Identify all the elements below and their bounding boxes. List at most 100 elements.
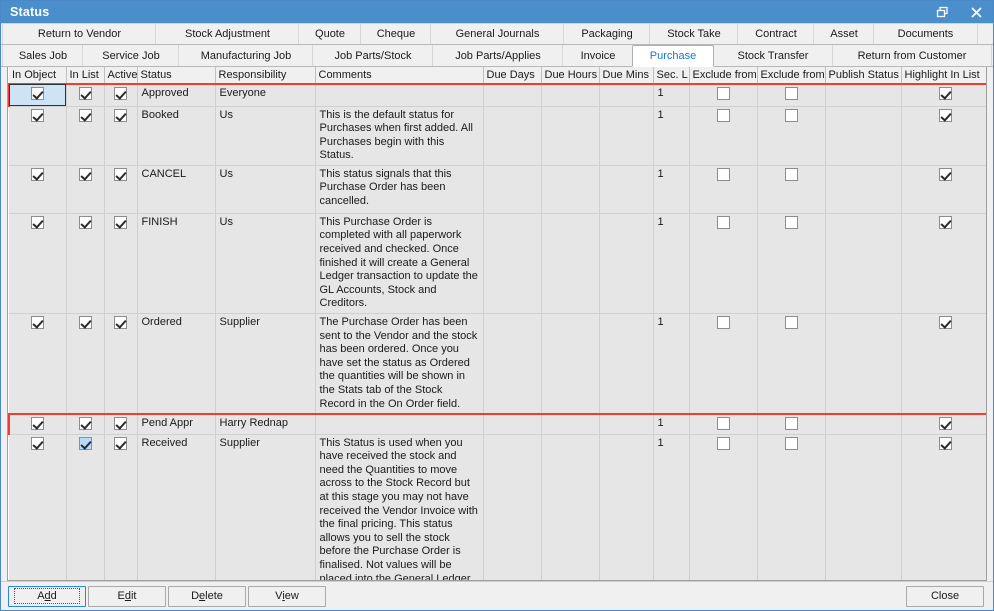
cell-in-object[interactable] [9,106,66,165]
cell-due-days[interactable] [483,106,541,165]
cell-highlight-in-list[interactable] [901,165,987,213]
cell-responsibility[interactable]: Us [215,213,315,313]
checkbox-exclude-from-2[interactable] [785,437,798,450]
column-header-due-hours[interactable]: Due Hours [541,67,599,84]
cell-due-days[interactable] [483,213,541,313]
checkbox-in-object[interactable] [31,87,44,100]
cell-status[interactable]: Booked [137,106,215,165]
tab-stock-take[interactable]: Stock Take [649,24,739,44]
checkbox-exclude-from-1[interactable] [717,168,730,181]
checkbox-highlight-in-list[interactable] [939,417,952,430]
cell-publish-status[interactable] [825,84,901,106]
tab-packaging[interactable]: Packaging [563,24,651,44]
cell-sec-l[interactable]: 1 [653,165,689,213]
cell-exclude-from-2[interactable] [757,434,825,581]
checkbox-in-list[interactable] [79,109,92,122]
cell-due-mins[interactable] [599,213,653,313]
checkbox-exclude-from-1[interactable] [717,109,730,122]
cell-responsibility[interactable]: Everyone [215,84,315,106]
cell-highlight-in-list[interactable] [901,434,987,581]
cell-due-mins[interactable] [599,414,653,434]
cell-status[interactable]: Approved [137,84,215,106]
checkbox-in-object[interactable] [31,417,44,430]
tab-cheque[interactable]: Cheque [360,24,432,44]
cell-comments[interactable] [315,414,483,434]
cell-publish-status[interactable] [825,165,901,213]
cell-exclude-from-2[interactable] [757,213,825,313]
cell-due-mins[interactable] [599,106,653,165]
cell-sec-l[interactable]: 1 [653,434,689,581]
cell-publish-status[interactable] [825,414,901,434]
column-header-publish-status[interactable]: Publish Status [825,67,901,84]
cell-active[interactable] [104,414,137,434]
column-header-highlight-in-list[interactable]: Highlight In List [901,67,987,84]
cell-due-mins[interactable] [599,84,653,106]
checkbox-exclude-from-1[interactable] [717,316,730,329]
checkbox-in-object[interactable] [31,316,44,329]
checkbox-highlight-in-list[interactable] [939,109,952,122]
column-header-exclude-from-2[interactable]: Exclude from [757,67,825,84]
cell-exclude-from-1[interactable] [689,106,757,165]
cell-in-list[interactable] [66,106,104,165]
cell-in-list[interactable] [66,434,104,581]
add-button[interactable]: Add [8,586,86,607]
checkbox-exclude-from-2[interactable] [785,316,798,329]
tab-invoice[interactable]: Invoice [562,45,634,66]
checkbox-exclude-from-1[interactable] [717,216,730,229]
cell-exclude-from-2[interactable] [757,165,825,213]
cell-responsibility[interactable]: Supplier [215,314,315,415]
cell-in-list[interactable] [66,165,104,213]
tab-purchase[interactable]: Purchase [632,45,714,67]
tab-return-from-customer[interactable]: Return from Customer [832,45,992,66]
checkbox-in-list[interactable] [79,168,92,181]
checkbox-exclude-from-1[interactable] [717,417,730,430]
cell-due-hours[interactable] [541,414,599,434]
cell-sec-l[interactable]: 1 [653,414,689,434]
cell-due-hours[interactable] [541,314,599,415]
cell-publish-status[interactable] [825,314,901,415]
cell-exclude-from-1[interactable] [689,84,757,106]
column-header-sec-l[interactable]: Sec. L [653,67,689,84]
table-row[interactable]: FINISHUsThis Purchase Order is completed… [9,213,987,313]
cell-due-hours[interactable] [541,213,599,313]
checkbox-in-object[interactable] [31,168,44,181]
cell-due-days[interactable] [483,434,541,581]
tab-job-parts-stock[interactable]: Job Parts/Stock [312,45,434,66]
checkbox-active[interactable] [114,168,127,181]
checkbox-active[interactable] [114,216,127,229]
tab-job-parts-applies[interactable]: Job Parts/Applies [432,45,564,66]
cell-publish-status[interactable] [825,434,901,581]
cell-highlight-in-list[interactable] [901,414,987,434]
tab-documents[interactable]: Documents [873,24,978,44]
cell-due-hours[interactable] [541,84,599,106]
cell-comments[interactable]: This status signals that this Purchase O… [315,165,483,213]
column-header-exclude-from-1[interactable]: Exclude from [689,67,757,84]
checkbox-exclude-from-2[interactable] [785,168,798,181]
column-header-responsibility[interactable]: Responsibility [215,67,315,84]
cell-status[interactable]: Pend Appr [137,414,215,434]
tab-asset[interactable]: Asset [813,24,875,44]
checkbox-in-object[interactable] [31,216,44,229]
checkbox-exclude-from-2[interactable] [785,109,798,122]
restore-icon[interactable] [925,1,959,23]
checkbox-in-list[interactable] [79,216,92,229]
cell-in-object[interactable] [9,314,66,415]
checkbox-exclude-from-2[interactable] [785,87,798,100]
cell-due-days[interactable] [483,84,541,106]
column-header-status[interactable]: Status [137,67,215,84]
cell-active[interactable] [104,165,137,213]
checkbox-in-list[interactable] [79,87,92,100]
tab-stock-transfer[interactable]: Stock Transfer [712,45,834,66]
cell-due-days[interactable] [483,165,541,213]
cell-due-days[interactable] [483,314,541,415]
checkbox-in-list[interactable] [79,417,92,430]
column-header-active[interactable]: Active [104,67,137,84]
tab-general-journals[interactable]: General Journals [430,24,565,44]
cell-active[interactable] [104,314,137,415]
tab-quote[interactable]: Quote [298,24,362,44]
table-row[interactable]: OrderedSupplierThe Purchase Order has be… [9,314,987,415]
table-row[interactable]: ApprovedEveryone1 [9,84,987,106]
checkbox-highlight-in-list[interactable] [939,168,952,181]
checkbox-active[interactable] [114,109,127,122]
cell-publish-status[interactable] [825,106,901,165]
